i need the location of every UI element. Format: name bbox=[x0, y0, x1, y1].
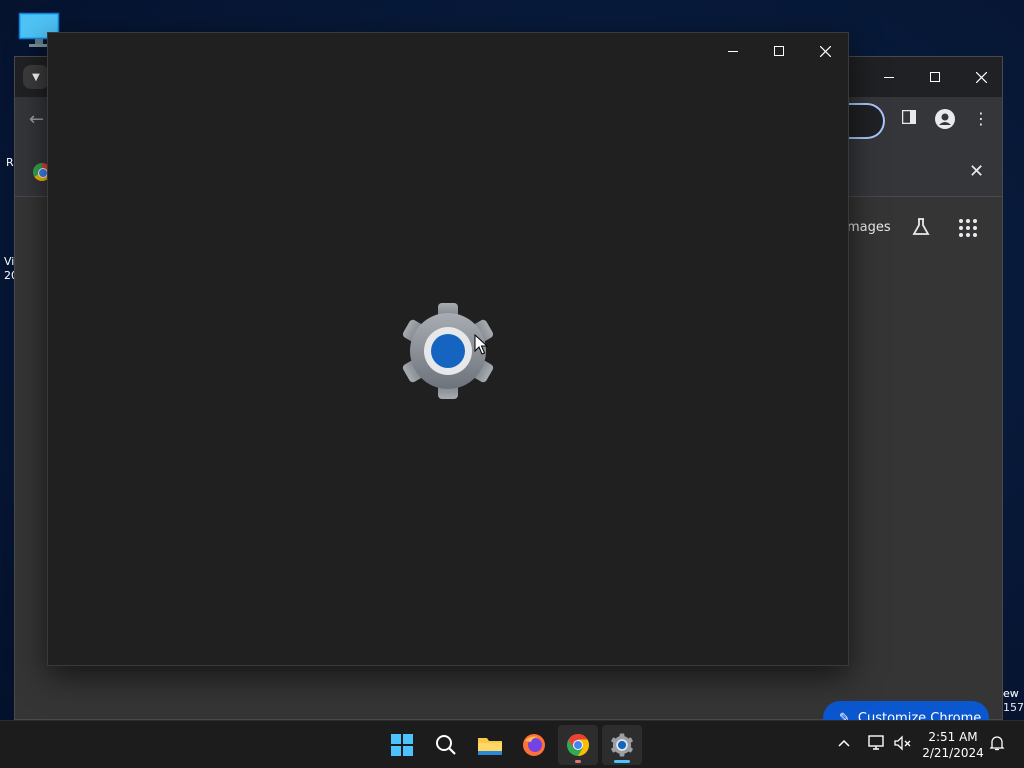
chrome-minimize-button[interactable] bbox=[875, 65, 903, 89]
settings-close-button[interactable] bbox=[802, 37, 848, 65]
chevron-down-icon: ▼ bbox=[32, 71, 40, 83]
clock-date: 2/21/2024 bbox=[922, 746, 984, 760]
taskbar: 2:51 AM 2/21/2024 bbox=[0, 720, 1024, 768]
desktop-label-fragment: R bbox=[6, 156, 14, 169]
partial-text: 157 bbox=[1003, 701, 1024, 714]
side-panel-icon[interactable] bbox=[898, 109, 920, 128]
search-button[interactable] bbox=[426, 725, 466, 765]
minimize-icon bbox=[884, 76, 894, 78]
maximize-icon bbox=[774, 46, 784, 56]
close-icon bbox=[975, 71, 987, 83]
images-link[interactable]: mages bbox=[847, 220, 891, 235]
chrome-icon bbox=[567, 734, 589, 756]
partial-text: ew bbox=[1003, 687, 1019, 700]
start-button[interactable] bbox=[382, 725, 422, 765]
chrome-close-button[interactable] bbox=[967, 65, 995, 89]
settings-minimize-button[interactable] bbox=[710, 37, 756, 65]
close-icon bbox=[819, 45, 831, 57]
settings-window[interactable] bbox=[47, 32, 849, 666]
file-explorer-button[interactable] bbox=[470, 725, 510, 765]
settings-icon bbox=[611, 733, 633, 757]
start-icon bbox=[391, 734, 413, 756]
tab-search-button[interactable]: ▼ bbox=[23, 65, 49, 89]
labs-flask-icon[interactable] bbox=[911, 217, 931, 242]
settings-maximize-button[interactable] bbox=[756, 37, 802, 65]
firefox-button[interactable] bbox=[514, 725, 554, 765]
volume-muted-icon[interactable] bbox=[894, 735, 912, 755]
minimize-icon bbox=[728, 50, 738, 52]
notification-bell-icon[interactable] bbox=[989, 735, 1005, 755]
running-indicator bbox=[575, 760, 581, 763]
file-explorer-icon bbox=[478, 738, 502, 755]
clock-time: 2:51 AM bbox=[928, 730, 978, 744]
network-icon[interactable] bbox=[868, 735, 886, 755]
more-menu-icon[interactable]: ⋮ bbox=[970, 109, 992, 128]
show-hidden-icons-chevron-up-icon[interactable] bbox=[838, 735, 850, 751]
chrome-maximize-button[interactable] bbox=[921, 65, 949, 89]
settings-button[interactable] bbox=[602, 725, 642, 765]
search-icon bbox=[436, 735, 456, 755]
active-indicator bbox=[614, 760, 630, 763]
system-clock[interactable]: 2:51 AM 2/21/2024 bbox=[918, 729, 988, 761]
chrome-button[interactable] bbox=[558, 725, 598, 765]
close-icon[interactable]: ✕ bbox=[969, 161, 984, 182]
back-arrow-icon[interactable]: ← bbox=[29, 109, 44, 130]
desktop-label-fragment: Vi bbox=[4, 255, 15, 268]
maximize-icon bbox=[930, 72, 940, 82]
firefox-icon bbox=[523, 734, 545, 756]
profile-icon[interactable] bbox=[934, 109, 956, 133]
google-apps-icon[interactable] bbox=[959, 219, 977, 237]
